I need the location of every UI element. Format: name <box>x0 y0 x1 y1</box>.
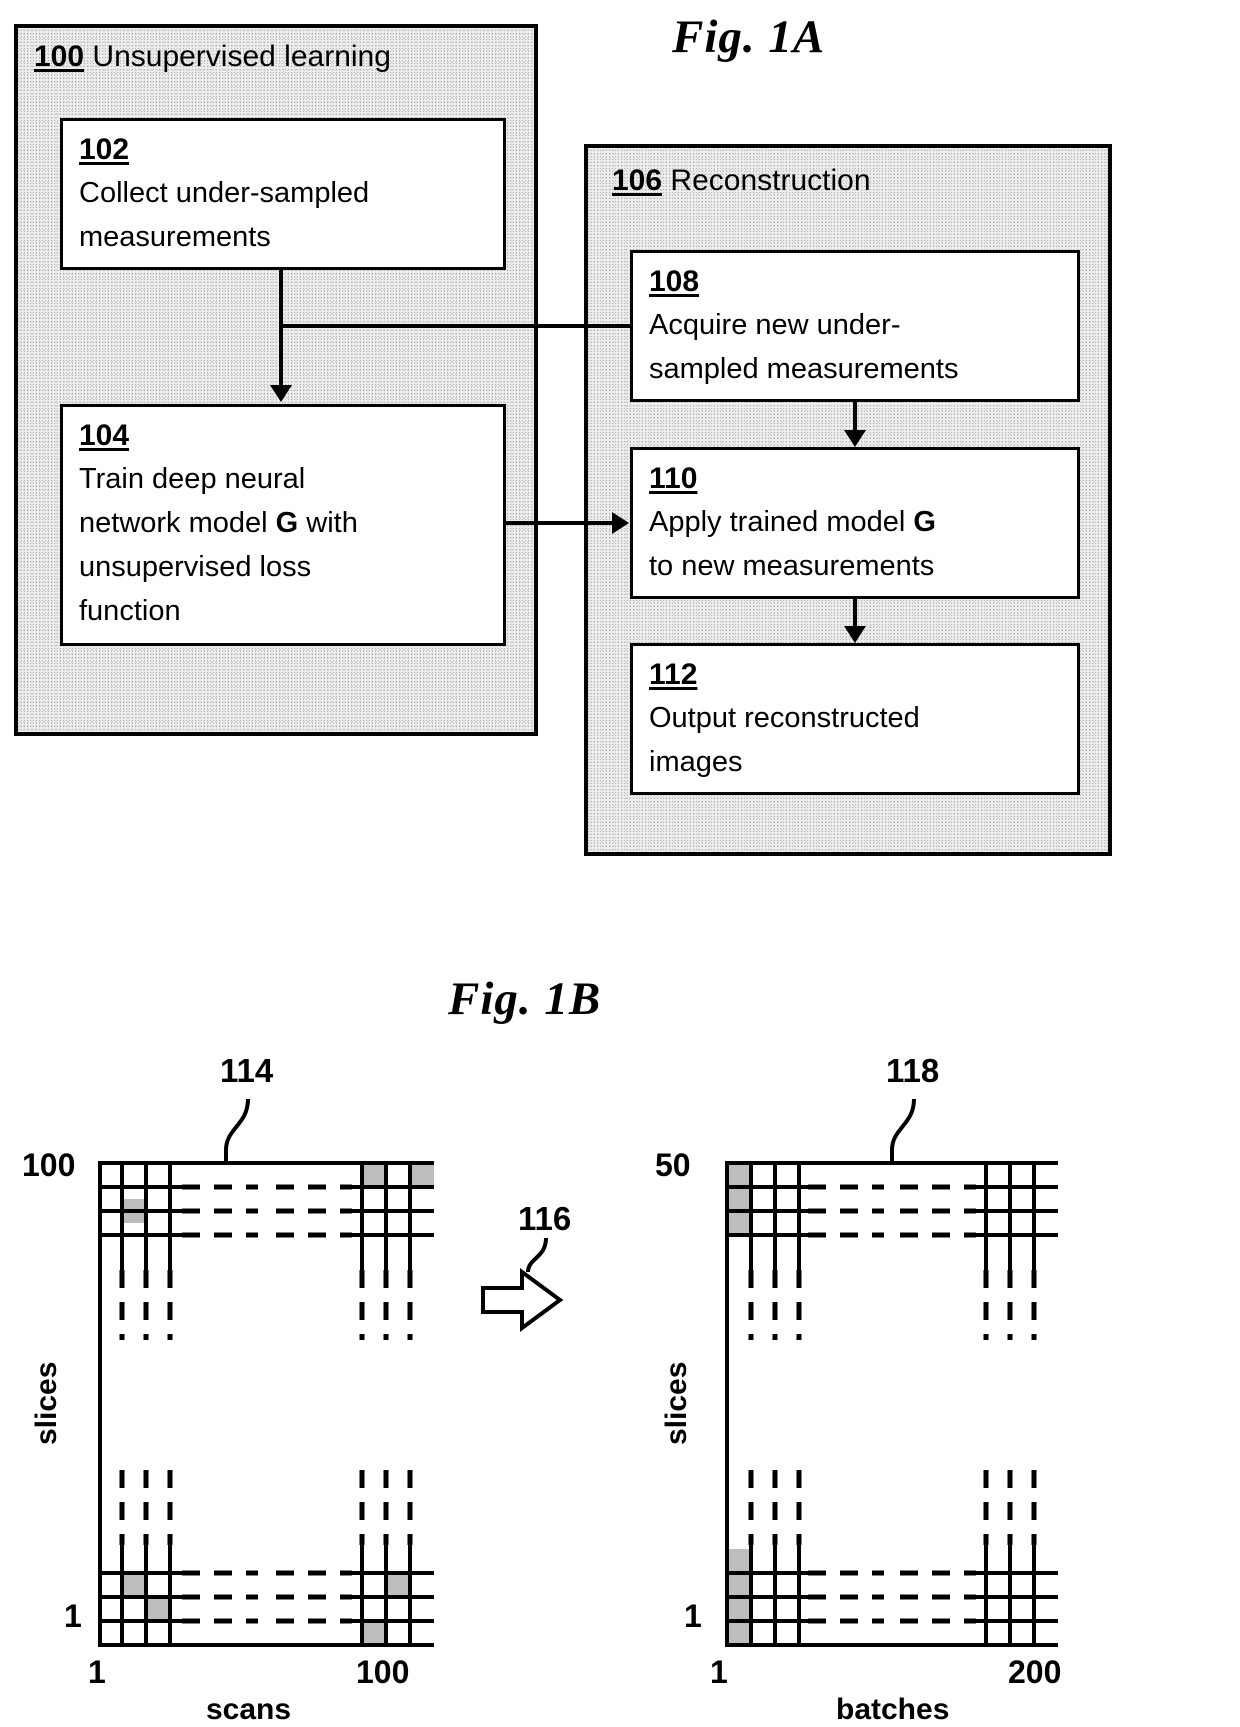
left-grid-solid-lines <box>100 1161 434 1645</box>
transform-arrow-116 <box>481 1237 564 1332</box>
right-grid-dashed-lines <box>748 1184 1037 1624</box>
left-grid-dashed-lines <box>119 1184 413 1624</box>
callout-leader-118 <box>890 1098 916 1161</box>
callout-leader-116 <box>526 1237 548 1273</box>
right-grid-solid-lines <box>727 1161 1058 1645</box>
figure-1b-graphics <box>98 1098 1058 1647</box>
right-grid-118 <box>725 1098 1058 1647</box>
callout-leader-114 <box>224 1098 250 1161</box>
left-grid-114 <box>98 1098 434 1647</box>
